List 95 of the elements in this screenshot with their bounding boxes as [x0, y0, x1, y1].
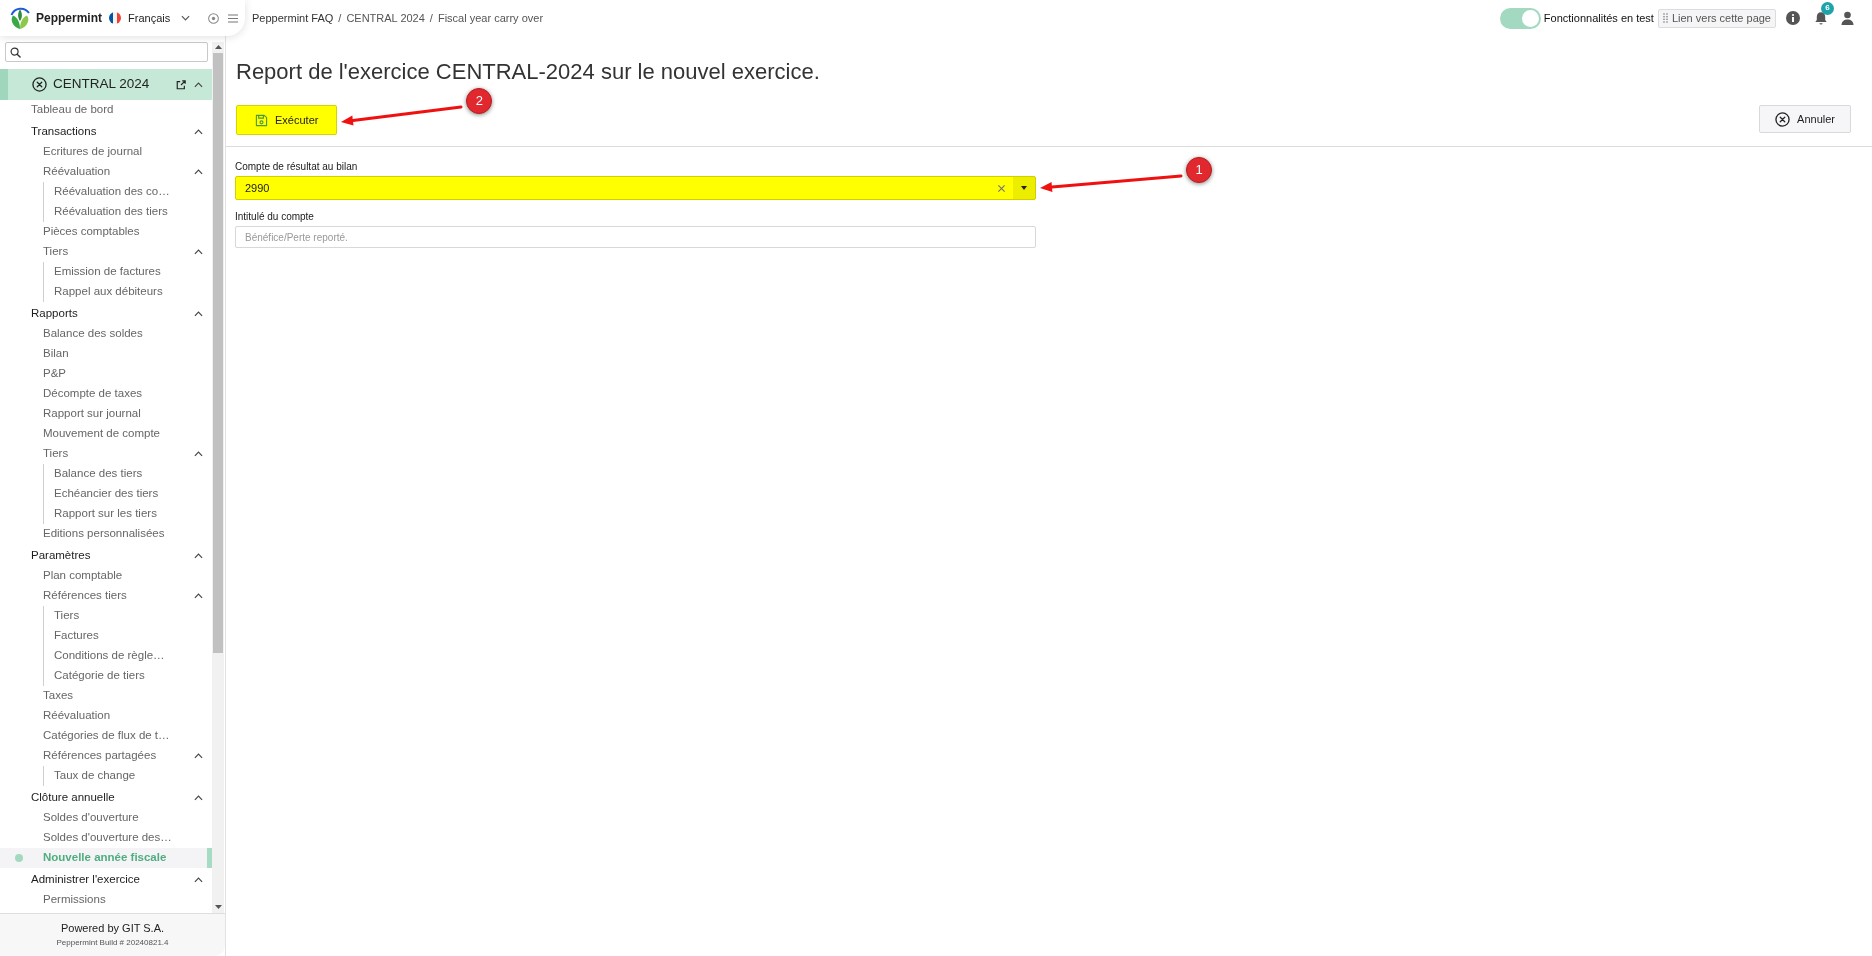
flag-icon — [109, 12, 121, 24]
nav-item[interactable]: Ecritures de journal — [0, 142, 212, 162]
nav-item[interactable]: Balance des tiers — [44, 464, 212, 484]
dropdown-caret-icon[interactable] — [1013, 177, 1035, 199]
nav-item[interactable]: Catégorie de tiers — [44, 666, 212, 686]
close-icon — [1775, 111, 1791, 127]
app-name: Peppermint — [36, 10, 102, 27]
caret-icon[interactable] — [194, 593, 203, 599]
nav-item[interactable]: Plan comptable — [0, 566, 212, 586]
nav-item[interactable]: Editions personnalisées — [0, 524, 212, 544]
save-icon — [255, 113, 268, 127]
chevron-down-icon — [181, 15, 191, 21]
step-marker: 1 — [1186, 157, 1212, 183]
page-link-button[interactable]: Lien vers cette page — [1657, 8, 1776, 28]
nav-item[interactable]: Conditions de règle… — [44, 646, 212, 666]
scroll-up-icon[interactable] — [214, 45, 222, 49]
caret-icon[interactable] — [194, 553, 203, 559]
selected-dot-icon — [15, 854, 23, 862]
nav-item[interactable]: Taux de change — [44, 766, 212, 786]
nav-group[interactable]: Tiers — [0, 242, 212, 262]
nav-item[interactable]: Soldes d'ouverture des… — [0, 828, 212, 848]
caret-icon[interactable] — [194, 877, 203, 883]
caret-icon[interactable] — [194, 249, 203, 255]
nav-item[interactable]: Réévaluation des co… — [44, 182, 212, 202]
nav-group[interactable]: Réévaluation — [0, 162, 212, 182]
nav-group[interactable]: Tiers — [0, 444, 212, 464]
nav-item[interactable]: Balance des soldes — [0, 324, 212, 344]
step-marker: 2 — [466, 88, 493, 114]
breadcrumb-link[interactable]: Fiscal year carry over — [437, 9, 544, 27]
nav-group[interactable]: Références tiers — [0, 586, 212, 606]
info-icon[interactable] — [1786, 11, 1800, 25]
circle-dot-icon[interactable] — [208, 12, 220, 24]
caret-icon[interactable] — [194, 81, 203, 88]
nav-item[interactable]: Taxes — [0, 686, 212, 706]
nav-item[interactable]: Catégories de flux de t… — [0, 726, 212, 746]
nav-group[interactable]: Rapports — [0, 304, 212, 324]
clear-icon[interactable] — [997, 183, 1006, 193]
drag-handle-icon — [1662, 13, 1668, 23]
nav-item[interactable]: Echéancier des tiers — [44, 484, 212, 504]
build-number-text: Peppermint Build # 20240821.4 — [56, 937, 169, 949]
nav-item[interactable]: Permissions — [0, 890, 212, 910]
nav-item[interactable]: Rappel aux débiteurs — [44, 282, 212, 302]
breadcrumb-link[interactable]: CENTRAL 2024 — [346, 9, 425, 27]
nav-item[interactable]: Emission de factures — [44, 262, 212, 282]
nav-item[interactable]: Décompte de taxes — [0, 384, 212, 404]
logo-icon — [8, 6, 32, 30]
caret-icon[interactable] — [194, 795, 203, 801]
nav-item[interactable]: Réévaluation des tiers — [44, 202, 212, 222]
caret-icon[interactable] — [194, 129, 203, 135]
breadcrumb-separator: / — [429, 10, 433, 26]
search-icon — [10, 46, 21, 58]
nav-item[interactable]: P&P — [0, 364, 212, 384]
nav-item[interactable]: Soldes d'ouverture — [0, 808, 212, 828]
nav-group[interactable]: Paramètres — [0, 546, 212, 566]
nav-item[interactable]: Tableau de bord — [0, 100, 212, 120]
nav-group[interactable]: Références partagées — [0, 746, 212, 766]
menu-icon[interactable] — [228, 13, 239, 23]
scroll-down-icon[interactable] — [214, 905, 222, 909]
caret-icon[interactable] — [194, 451, 203, 457]
language-selector[interactable]: Français — [109, 9, 191, 27]
search-field[interactable] — [5, 42, 208, 62]
caret-icon[interactable] — [194, 169, 203, 175]
caret-icon[interactable] — [194, 311, 203, 317]
nav-item[interactable]: Mouvement de compte — [0, 424, 212, 444]
breadcrumb-separator: / — [338, 10, 342, 26]
close-icon[interactable] — [32, 77, 47, 92]
powered-by-text: Powered by GIT S.A. — [60, 921, 165, 935]
page-title: Report de l'exercice CENTRAL-2024 sur le nouvel exercice. — [236, 58, 821, 86]
nav-group[interactable]: Administrer l'exercice — [0, 870, 212, 890]
scrollbar[interactable] — [212, 42, 224, 913]
execute-button[interactable]: Exécuter — [236, 105, 338, 135]
nav-item[interactable]: Bilan — [0, 344, 212, 364]
nav-item[interactable]: Pièces comptables — [0, 222, 212, 242]
section-header[interactable]: CENTRAL 2024 — [0, 69, 212, 100]
select-field[interactable]: 2990 — [235, 176, 1036, 200]
caret-icon[interactable] — [194, 753, 203, 759]
nav-item[interactable]: Rapport sur les tiers — [44, 504, 212, 524]
external-link-icon[interactable] — [176, 79, 186, 90]
nav-group[interactable]: Transactions — [0, 122, 212, 142]
field-label: Intitulé du compte — [235, 210, 314, 224]
scrollbar-thumb[interactable] — [213, 53, 223, 653]
toggle-label: Fonctionnalités en test — [1543, 10, 1654, 26]
breadcrumb-link[interactable]: Peppermint FAQ — [252, 9, 334, 27]
nav-group[interactable]: Clôture annuelle — [0, 788, 212, 808]
nav-item[interactable]: Factures — [44, 626, 212, 646]
nav-item[interactable]: Tiers — [44, 606, 212, 626]
nav-item[interactable]: Réévaluation — [0, 706, 212, 726]
cancel-button[interactable]: Annuler — [1759, 105, 1851, 133]
bell-icon[interactable] — [1814, 10, 1828, 26]
toggle-switch[interactable] — [1499, 7, 1541, 29]
text-field[interactable]: Bénéfice/Perte reporté. — [235, 226, 1036, 248]
notification-count: 6 — [1821, 1, 1834, 15]
nav-item[interactable]: Rapport sur journal — [0, 404, 212, 424]
field-label: Compte de résultat au bilan — [235, 160, 358, 174]
user-icon[interactable] — [1841, 11, 1854, 25]
